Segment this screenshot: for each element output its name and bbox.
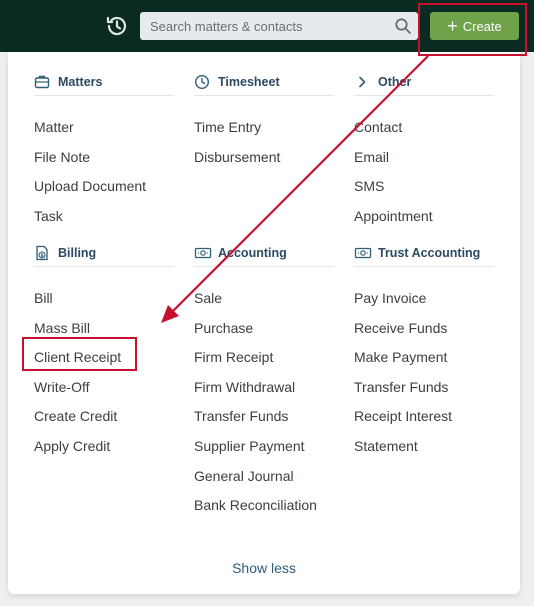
menu-item-upload-document[interactable]: Upload Document bbox=[34, 172, 174, 202]
menu-item-sale[interactable]: Sale bbox=[194, 284, 334, 314]
section-accounting: Accounting Sale Purchase Firm Receipt Fi… bbox=[194, 240, 334, 521]
search-box[interactable] bbox=[140, 12, 418, 40]
banknote-icon bbox=[354, 245, 372, 261]
chevron-right-icon bbox=[354, 74, 372, 90]
section-title: Matters bbox=[58, 75, 103, 89]
section-title: Trust Accounting bbox=[378, 246, 481, 260]
section-header-timesheet: Timesheet bbox=[194, 69, 334, 96]
section-title: Other bbox=[378, 75, 412, 89]
search-icon[interactable] bbox=[394, 17, 412, 35]
menu-item-task[interactable]: Task bbox=[34, 202, 174, 232]
menu-item-email[interactable]: Email bbox=[354, 143, 494, 173]
menu-item-client-receipt[interactable]: Client Receipt bbox=[34, 343, 174, 373]
menu-item-appointment[interactable]: Appointment bbox=[354, 202, 494, 232]
menu-item-general-journal[interactable]: General Journal bbox=[194, 462, 334, 492]
menu-item-make-payment[interactable]: Make Payment bbox=[354, 343, 494, 373]
menu-item-supplier-payment[interactable]: Supplier Payment bbox=[194, 432, 334, 462]
plus-icon: + bbox=[447, 16, 458, 36]
menu-item-receipt-interest[interactable]: Receipt Interest bbox=[354, 402, 494, 432]
menu-item-pay-invoice[interactable]: Pay Invoice bbox=[354, 284, 494, 314]
section-header-accounting: Accounting bbox=[194, 240, 334, 267]
section-matters: Matters Matter File Note Upload Document… bbox=[34, 69, 174, 231]
top-bar: + Create bbox=[0, 0, 534, 52]
section-header-matters: Matters bbox=[34, 69, 174, 96]
menu-item-sms[interactable]: SMS bbox=[354, 172, 494, 202]
menu-item-time-entry[interactable]: Time Entry bbox=[194, 113, 334, 143]
section-title: Timesheet bbox=[218, 75, 280, 89]
section-header-other: Other bbox=[354, 69, 494, 96]
briefcase-icon bbox=[34, 74, 52, 90]
show-less-link[interactable]: Show less bbox=[8, 560, 520, 576]
menu-item-matter[interactable]: Matter bbox=[34, 113, 174, 143]
menu-item-write-off[interactable]: Write-Off bbox=[34, 373, 174, 403]
menu-item-purchase[interactable]: Purchase bbox=[194, 314, 334, 344]
section-timesheet: Timesheet Time Entry Disbursement bbox=[194, 69, 334, 172]
menu-item-create-credit[interactable]: Create Credit bbox=[34, 402, 174, 432]
section-other: Other Contact Email SMS Appointment bbox=[354, 69, 494, 231]
menu-item-bill[interactable]: Bill bbox=[34, 284, 174, 314]
section-title: Billing bbox=[58, 246, 97, 260]
menu-item-trust-transfer-funds[interactable]: Transfer Funds bbox=[354, 373, 494, 403]
menu-item-contact[interactable]: Contact bbox=[354, 113, 494, 143]
section-billing: $ Billing Bill Mass Bill Client Receipt … bbox=[34, 240, 174, 462]
menu-item-apply-credit[interactable]: Apply Credit bbox=[34, 432, 174, 462]
menu-item-disbursement[interactable]: Disbursement bbox=[194, 143, 334, 173]
banknote-icon bbox=[194, 245, 212, 261]
menu-item-bank-reconciliation[interactable]: Bank Reconciliation bbox=[194, 491, 334, 521]
menu-item-statement[interactable]: Statement bbox=[354, 432, 494, 462]
create-button[interactable]: + Create bbox=[430, 12, 519, 40]
clock-icon bbox=[194, 74, 212, 90]
section-title: Accounting bbox=[218, 246, 287, 260]
create-menu-panel: Matters Matter File Note Upload Document… bbox=[8, 52, 520, 594]
history-icon[interactable] bbox=[104, 13, 130, 39]
menu-item-firm-withdrawal[interactable]: Firm Withdrawal bbox=[194, 373, 334, 403]
create-button-label: Create bbox=[462, 18, 502, 34]
invoice-dollar-icon: $ bbox=[34, 245, 52, 261]
menu-item-mass-bill[interactable]: Mass Bill bbox=[34, 314, 174, 344]
menu-item-file-note[interactable]: File Note bbox=[34, 143, 174, 173]
search-input[interactable] bbox=[140, 12, 390, 40]
menu-item-receive-funds[interactable]: Receive Funds bbox=[354, 314, 494, 344]
menu-item-transfer-funds[interactable]: Transfer Funds bbox=[194, 402, 334, 432]
section-trust-accounting: Trust Accounting Pay Invoice Receive Fun… bbox=[354, 240, 494, 462]
section-header-trust-accounting: Trust Accounting bbox=[354, 240, 494, 267]
menu-item-firm-receipt[interactable]: Firm Receipt bbox=[194, 343, 334, 373]
section-header-billing: $ Billing bbox=[34, 240, 174, 267]
